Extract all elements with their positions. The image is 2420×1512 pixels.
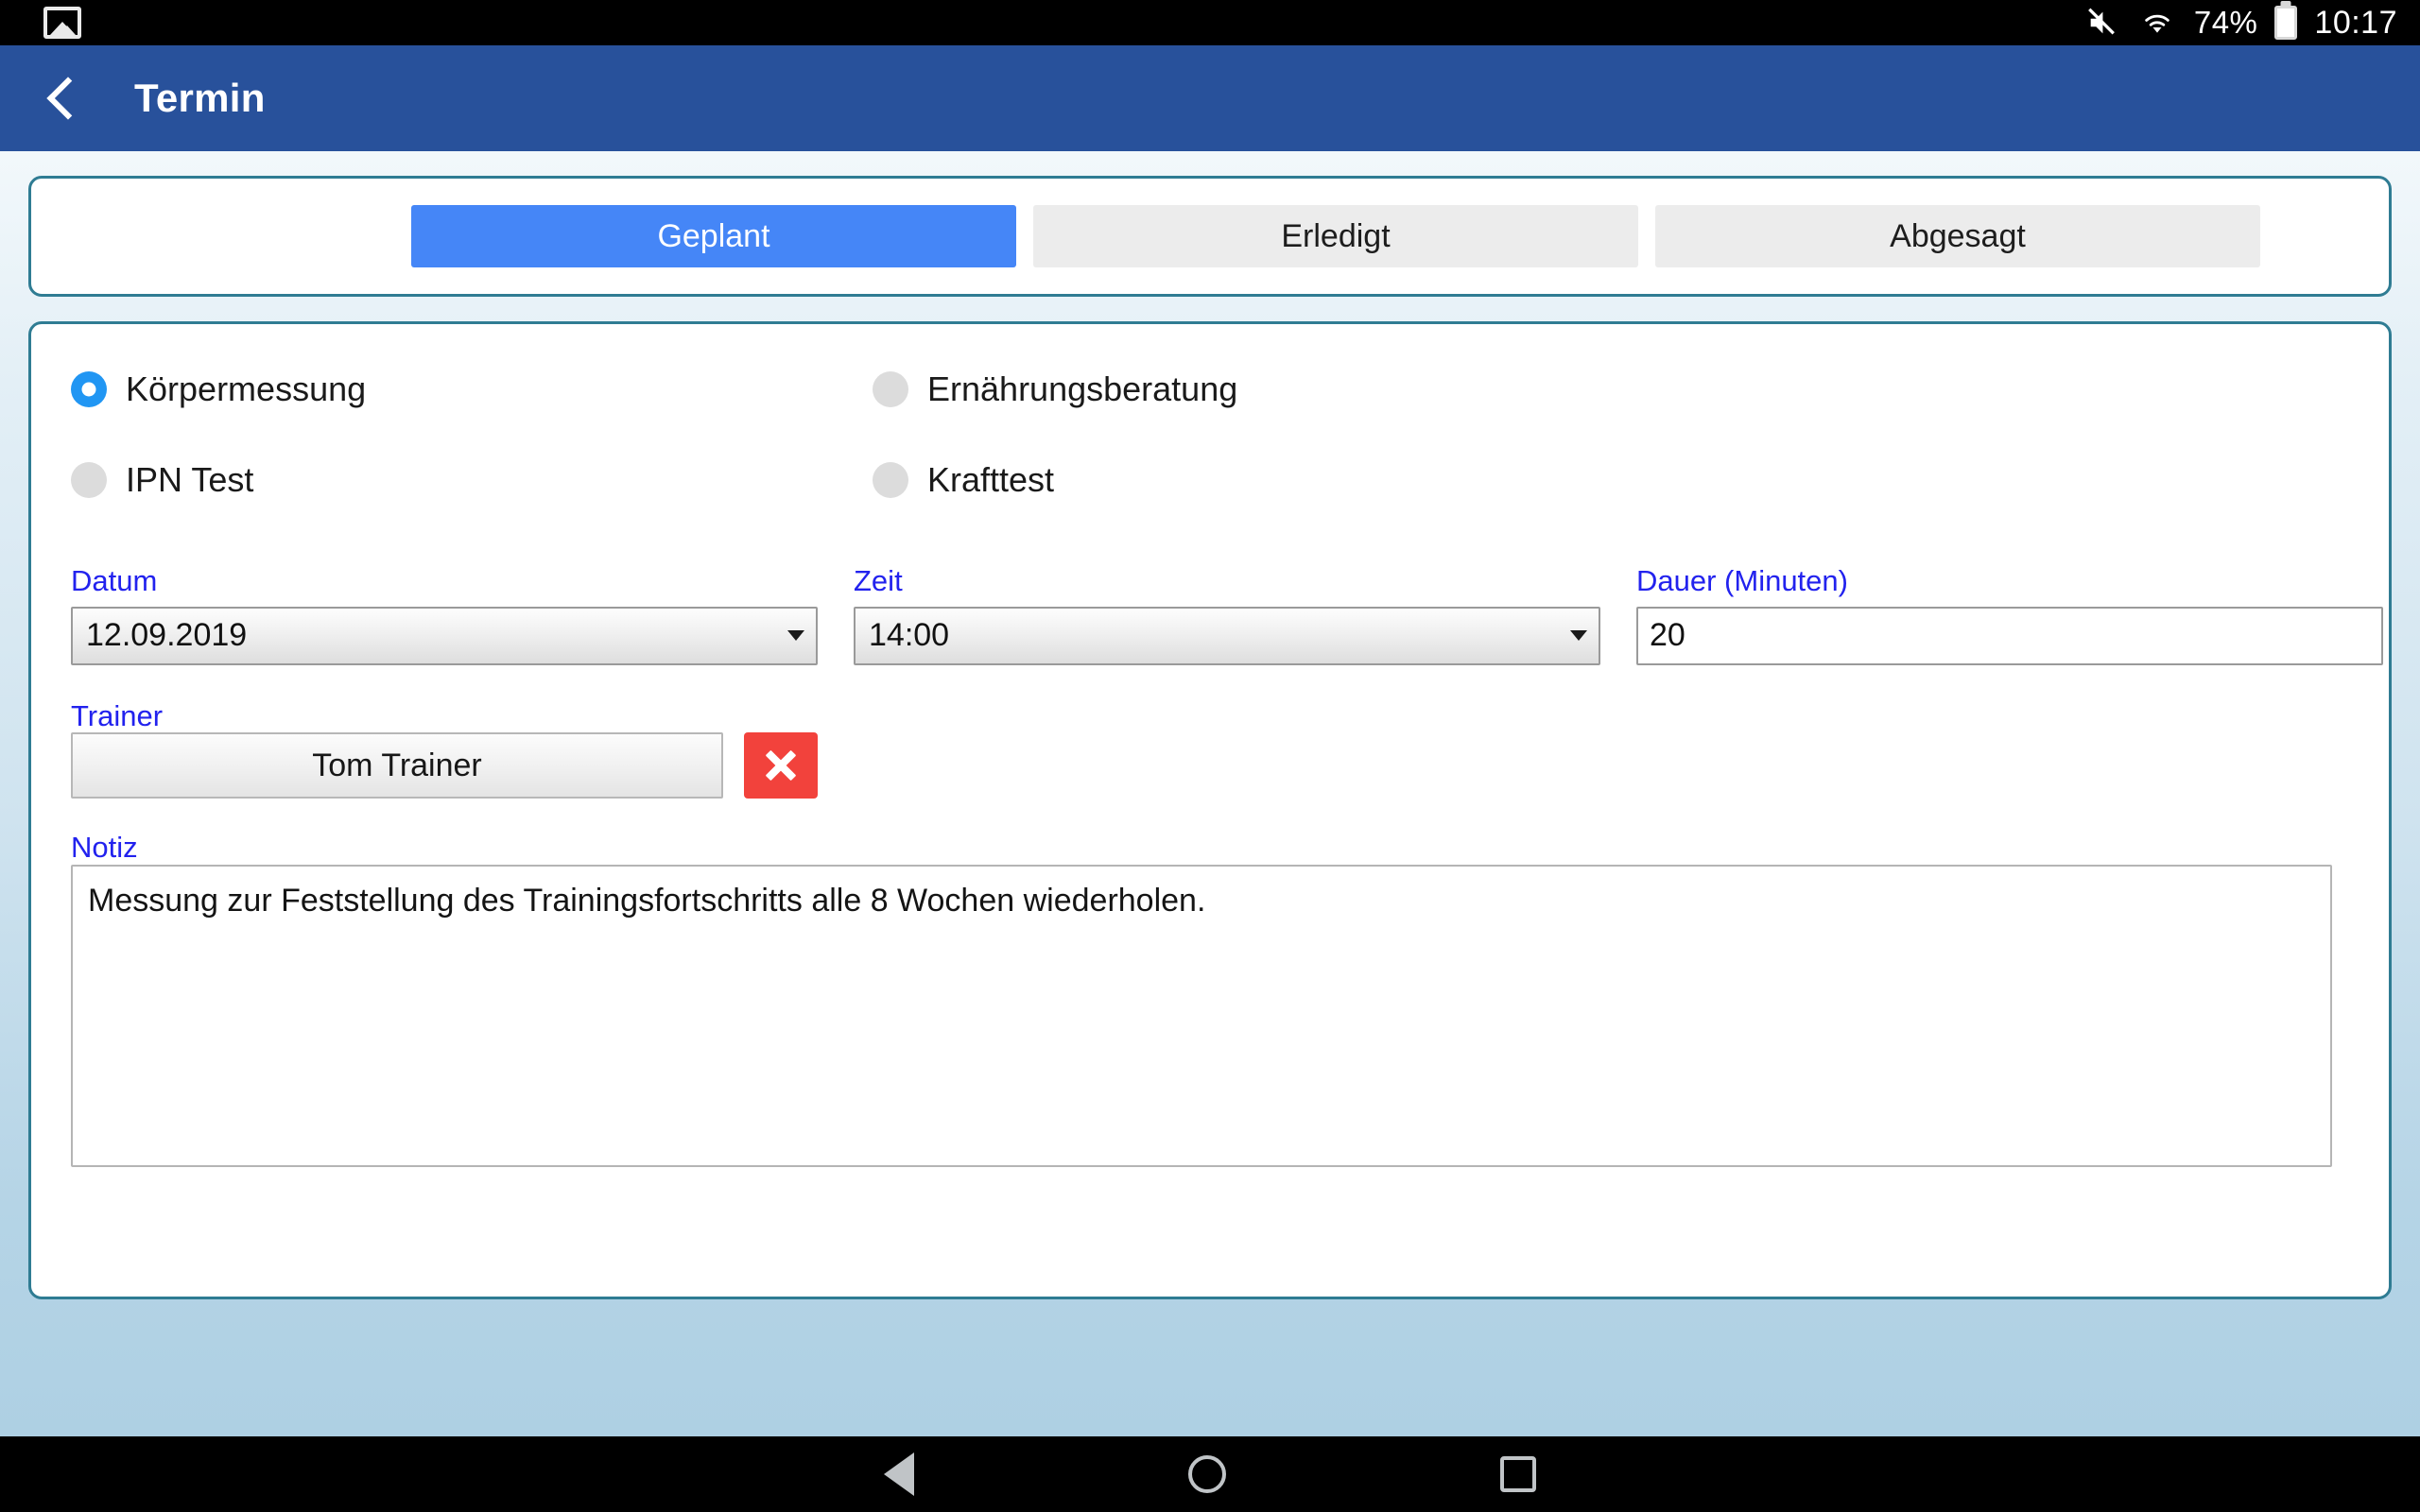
datum-field: Datum 12.09.2019 xyxy=(71,564,818,665)
radio-label-koerpermessung: Körpermessung xyxy=(126,369,367,408)
status-bar-left xyxy=(43,7,81,39)
chevron-down-icon xyxy=(787,630,804,642)
zeit-field: Zeit 14:00 xyxy=(854,564,1600,665)
radio-unselected-icon[interactable] xyxy=(71,462,107,498)
chevron-down-icon xyxy=(1570,630,1587,642)
nav-recents-square-icon[interactable] xyxy=(1500,1456,1536,1492)
appointment-type-radio-group: Körpermessung Ernährungsberatung IPN Tes… xyxy=(71,362,2349,543)
page-title: Termin xyxy=(134,76,266,120)
wifi-icon xyxy=(2145,14,2169,33)
notiz-textarea[interactable] xyxy=(71,864,2332,1167)
radio-unselected-icon[interactable] xyxy=(873,462,908,498)
datum-label: Datum xyxy=(71,564,158,597)
battery-icon xyxy=(2274,6,2298,40)
nav-back-triangle-icon[interactable] xyxy=(884,1452,914,1496)
datum-select[interactable]: 12.09.2019 xyxy=(71,606,818,665)
status-tabs-row: Geplant Erledigt Abgesagt xyxy=(411,205,2264,267)
image-icon xyxy=(43,7,81,39)
zeit-select[interactable]: 14:00 xyxy=(854,606,1600,665)
radio-label-ernaehrungsberatung: Ernährungsberatung xyxy=(927,369,1238,408)
trainer-label: Trainer xyxy=(71,698,164,732)
trainer-block: Trainer Tom Trainer xyxy=(71,699,2349,799)
dauer-input[interactable] xyxy=(1636,606,2383,665)
nav-home-circle-icon[interactable] xyxy=(1188,1455,1226,1493)
radio-selected-icon[interactable] xyxy=(71,371,107,407)
back-chevron-icon[interactable] xyxy=(45,77,87,119)
radio-option-koerpermessung[interactable]: Körpermessung xyxy=(71,362,873,417)
status-tabs-card: Geplant Erledigt Abgesagt xyxy=(28,176,2392,297)
status-bar-clock: 10:17 xyxy=(2314,4,2397,41)
tab-abgesagt[interactable]: Abgesagt xyxy=(1655,205,2260,267)
radio-option-krafttest[interactable]: Krafttest xyxy=(873,453,1674,507)
android-status-bar: 74% 10:17 xyxy=(0,0,2420,45)
battery-percent-label: 74% xyxy=(2193,5,2258,40)
page-background: Geplant Erledigt Abgesagt Körpermessung … xyxy=(0,151,2420,1436)
tab-geplant[interactable]: Geplant xyxy=(411,205,1016,267)
radio-unselected-icon[interactable] xyxy=(873,371,908,407)
radio-label-ipn-test: IPN Test xyxy=(126,460,254,499)
dauer-label: Dauer (Minuten) xyxy=(1636,564,1848,597)
status-bar-right: 74% 10:17 xyxy=(2083,5,2397,42)
datum-value: 12.09.2019 xyxy=(86,617,248,654)
zeit-label: Zeit xyxy=(854,564,903,597)
trainer-row: Tom Trainer xyxy=(71,732,2349,799)
tab-erledigt[interactable]: Erledigt xyxy=(1033,205,1638,267)
radio-option-ipn-test[interactable]: IPN Test xyxy=(71,453,873,507)
notiz-block: Notiz xyxy=(71,831,2349,1172)
close-x-icon[interactable] xyxy=(744,732,818,799)
radio-label-krafttest: Krafttest xyxy=(927,460,1055,499)
radio-option-ernaehrungsberatung[interactable]: Ernährungsberatung xyxy=(873,362,1674,417)
volume-mute-icon xyxy=(2087,8,2115,35)
datetime-field-row: Datum 12.09.2019 Zeit 14:00 Dauer (Minut… xyxy=(71,564,2383,665)
appointment-form-card: Körpermessung Ernährungsberatung IPN Tes… xyxy=(28,321,2392,1299)
app-header: Termin xyxy=(0,45,2420,151)
android-nav-bar xyxy=(0,1436,2420,1512)
trainer-select-button[interactable]: Tom Trainer xyxy=(71,732,723,799)
dauer-field: Dauer (Minuten) xyxy=(1636,564,2383,665)
zeit-value: 14:00 xyxy=(869,617,950,654)
notiz-label: Notiz xyxy=(71,831,138,865)
